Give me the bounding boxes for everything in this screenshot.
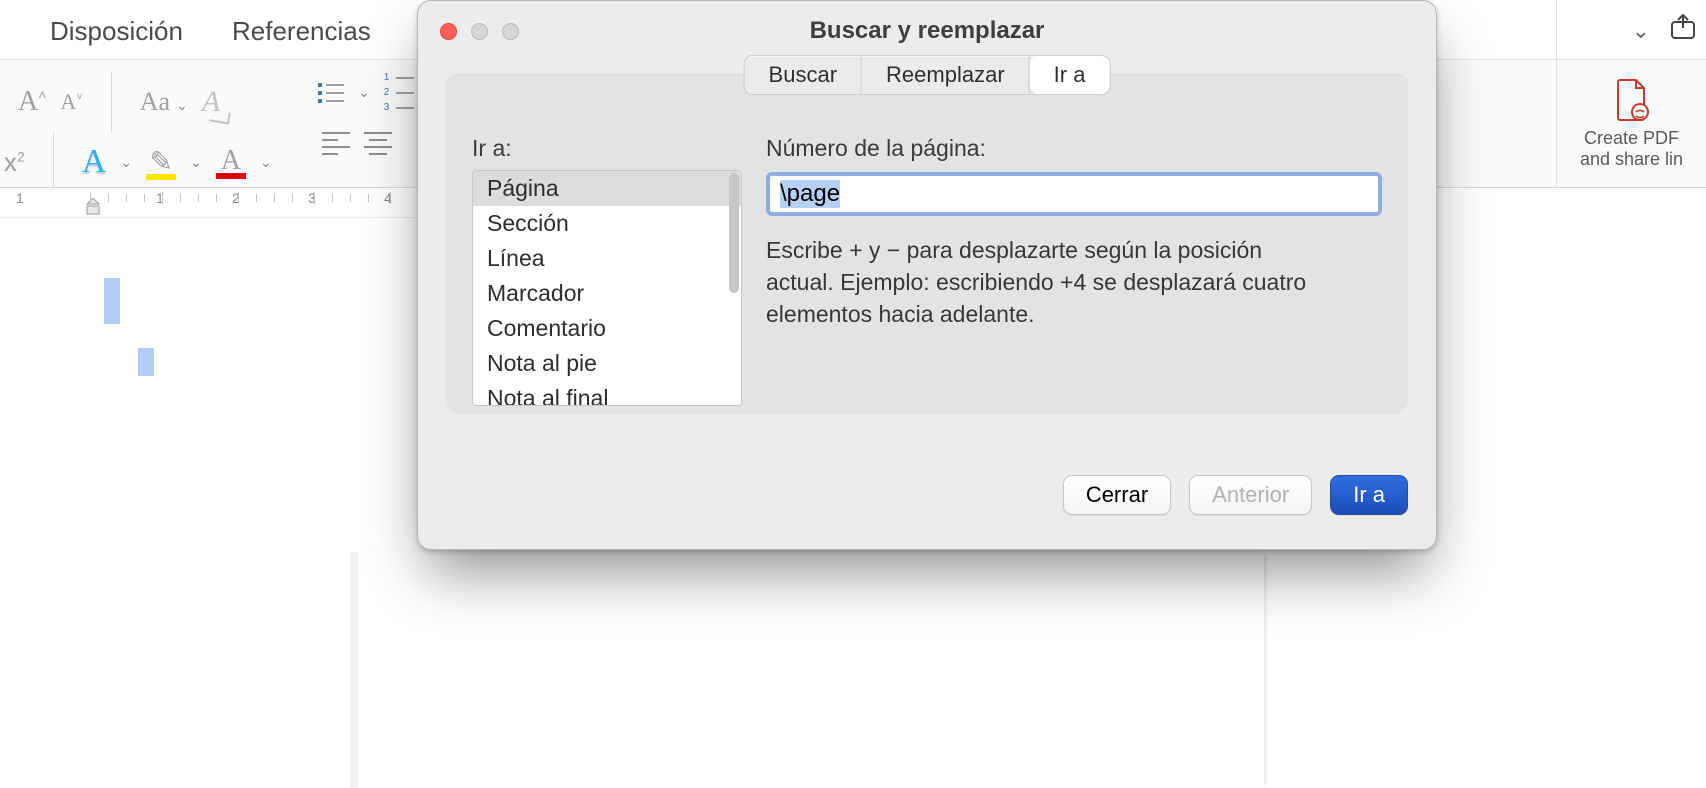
text-effects-chevron-icon[interactable]: ⌄ bbox=[120, 154, 132, 171]
text-selection bbox=[138, 348, 154, 376]
bulleted-list-chevron-icon[interactable]: ⌄ bbox=[358, 84, 370, 101]
numbered-list-icon[interactable]: 1 2 3 bbox=[384, 72, 414, 113]
tab-references[interactable]: Referencias bbox=[232, 16, 371, 47]
ruler-mark: 1 bbox=[16, 190, 24, 206]
share-icon[interactable] bbox=[1668, 12, 1698, 49]
tab-replace[interactable]: Reemplazar bbox=[862, 56, 1029, 94]
horizontal-ruler[interactable]: 1 1 2 3 4 bbox=[0, 188, 414, 218]
bulleted-list-icon[interactable] bbox=[318, 83, 344, 103]
dialog-title: Buscar y reemplazar bbox=[418, 17, 1436, 45]
goto-button[interactable]: Ir a bbox=[1330, 475, 1408, 515]
right-command-pane: ⌄ Create PDF and share lin bbox=[1556, 0, 1706, 188]
dialog-body: Buscar Reemplazar Ir a Ir a: Página Secc… bbox=[446, 73, 1408, 413]
ribbon-overflow-chevron-icon[interactable]: ⌄ bbox=[1632, 18, 1650, 44]
document-page-continuation[interactable] bbox=[358, 552, 1264, 788]
tab-find[interactable]: Buscar bbox=[745, 56, 861, 94]
create-pdf-label-2: and share lin bbox=[1557, 149, 1706, 170]
superscript-icon[interactable]: x2 bbox=[4, 147, 25, 178]
find-replace-dialog: Buscar y reemplazar Buscar Reemplazar Ir… bbox=[417, 0, 1437, 550]
goto-target-list[interactable]: Página Sección Línea Marcador Comentario… bbox=[472, 170, 742, 406]
decrease-font-icon[interactable]: A˅ bbox=[60, 89, 82, 115]
list-item[interactable]: Nota al pie bbox=[473, 346, 741, 381]
align-center-icon[interactable] bbox=[364, 132, 392, 155]
font-color-chevron-icon[interactable]: ⌄ bbox=[260, 154, 272, 171]
clear-formatting-icon[interactable]: A bbox=[202, 85, 220, 119]
list-scrollbar[interactable] bbox=[729, 173, 739, 293]
increase-font-icon[interactable]: A˄ bbox=[18, 86, 46, 118]
align-left-icon[interactable] bbox=[322, 132, 350, 155]
highlight-chevron-icon[interactable]: ⌄ bbox=[190, 154, 202, 171]
text-selection bbox=[104, 278, 120, 324]
create-pdf-label-1: Create PDF bbox=[1557, 128, 1706, 149]
text-effects-icon[interactable]: A bbox=[82, 143, 107, 181]
page-number-label: Número de la página: bbox=[766, 135, 1382, 162]
list-item[interactable]: Nota al final bbox=[473, 381, 741, 406]
dialog-titlebar[interactable]: Buscar y reemplazar bbox=[418, 1, 1436, 61]
font-color-icon[interactable]: A bbox=[216, 145, 246, 179]
tab-layout[interactable]: Disposición bbox=[50, 16, 183, 47]
list-item[interactable]: Línea bbox=[473, 241, 741, 276]
list-item[interactable]: Comentario bbox=[473, 311, 741, 346]
close-button[interactable]: Cerrar bbox=[1063, 475, 1171, 515]
list-item[interactable]: Página bbox=[473, 171, 741, 206]
goto-list-label: Ir a: bbox=[472, 135, 742, 162]
create-pdf-button[interactable]: Create PDF and share lin bbox=[1557, 78, 1706, 170]
highlight-icon[interactable]: ✎ bbox=[146, 145, 176, 180]
page-number-input[interactable] bbox=[770, 176, 1378, 212]
change-case-icon[interactable]: Aa⌄ bbox=[140, 87, 188, 117]
list-item[interactable]: Marcador bbox=[473, 276, 741, 311]
tab-goto[interactable]: Ir a bbox=[1030, 56, 1110, 94]
previous-button: Anterior bbox=[1189, 475, 1312, 515]
goto-help-text: Escribe + y − para desplazarte según la … bbox=[766, 234, 1326, 331]
find-replace-tabs: Buscar Reemplazar Ir a bbox=[744, 55, 1111, 95]
list-item[interactable]: Sección bbox=[473, 206, 741, 241]
indent-marker-icon[interactable] bbox=[86, 198, 100, 212]
